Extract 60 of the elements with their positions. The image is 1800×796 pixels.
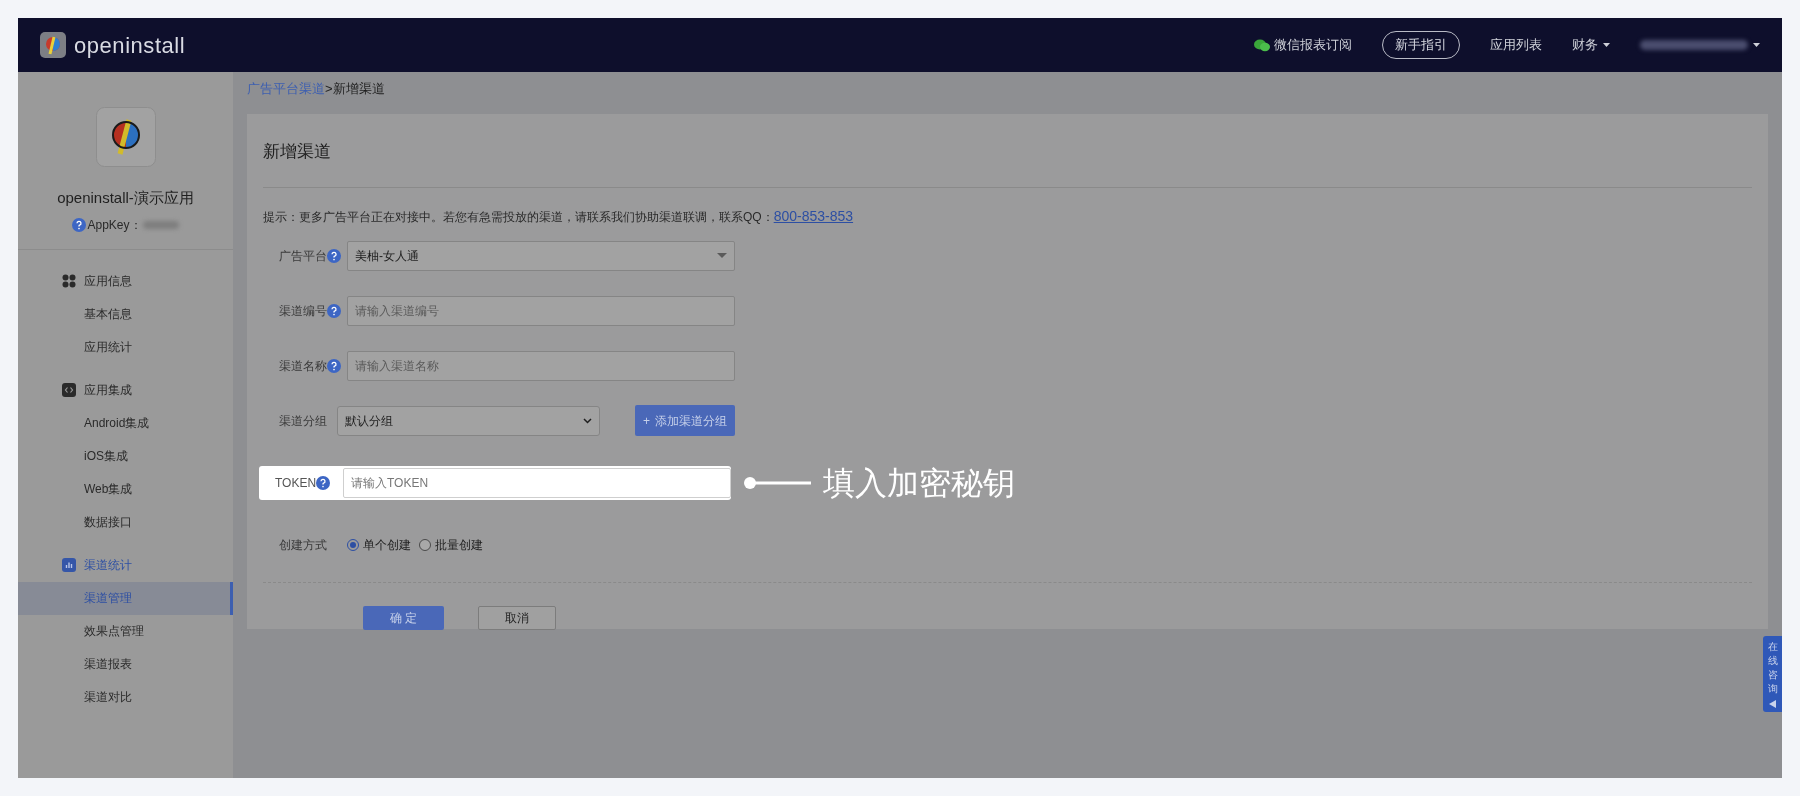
breadcrumb-current: 新增渠道 (332, 80, 385, 99)
app-list-link[interactable]: 应用列表 (1490, 35, 1542, 55)
breadcrumb-separator: > (325, 80, 333, 99)
hint-text: 提示：更多广告平台正在对接中。若您有急需投放的渠道，请联系我们协助渠道联调，联系QQ：800-853-853 (263, 206, 855, 226)
menu-item[interactable]: 渠道报表 (18, 647, 233, 681)
help-icon[interactable] (72, 217, 87, 232)
caret-icon (1603, 43, 1610, 47)
menu-item[interactable]: iOS集成 (18, 439, 233, 473)
help-icon[interactable] (327, 358, 341, 373)
bar-chart-icon (62, 557, 76, 572)
menu-item[interactable]: Android集成 (18, 406, 233, 440)
add-group-button[interactable]: + 添加渠道分组 (635, 405, 735, 436)
pointer-line (743, 475, 811, 490)
menu-group-label[interactable]: 应用集成 (84, 380, 132, 399)
app-name: openinstall-演示应用 (57, 188, 194, 208)
field-label: 广告平台 (279, 247, 327, 265)
confirm-button[interactable]: 确 定 (363, 605, 444, 630)
logo-icon (40, 32, 66, 58)
code-icon (62, 382, 76, 397)
field-label: 渠道分组 (279, 412, 327, 430)
logo-text: openinstall (74, 31, 186, 60)
help-icon[interactable] (327, 303, 341, 318)
annotation-text: 填入加密秘钥 (823, 463, 1015, 503)
blurred-appkey (142, 220, 179, 229)
menu-item[interactable]: Web集成 (18, 472, 233, 506)
radio-option[interactable]: 批量创建 (419, 535, 483, 554)
field-label: 渠道名称 (279, 357, 327, 375)
field-label: 创建方式 (279, 536, 327, 554)
triangle-icon (1769, 700, 1776, 708)
form-title: 新增渠道 (263, 141, 332, 163)
menu-item[interactable]: 效果点管理 (18, 614, 233, 648)
menu-group-label[interactable]: 应用信息 (84, 271, 132, 290)
app-logo-icon (95, 107, 156, 167)
radio-option[interactable]: 单个创建 (347, 535, 411, 554)
finance-menu[interactable]: 财务 (1572, 35, 1610, 55)
caret-icon (717, 253, 727, 258)
group-select[interactable]: 默认分组 (337, 405, 600, 436)
menu-item[interactable]: 渠道对比 (18, 680, 233, 714)
menu-group-label[interactable]: 渠道统计 (84, 555, 132, 574)
menu-item[interactable]: 数据接口 (18, 505, 233, 539)
grid-icon (62, 273, 76, 288)
cancel-button[interactable]: 取消 (478, 605, 556, 630)
text-field[interactable]: 请输入TOKEN (343, 467, 731, 498)
wechat-subscribe-link[interactable]: 微信报表订阅 (1254, 35, 1352, 55)
menu-item[interactable]: 应用统计 (18, 330, 233, 364)
help-icon[interactable] (327, 248, 341, 263)
text-field[interactable]: 请输入渠道编号 (347, 295, 735, 326)
text-field[interactable]: 请输入渠道名称 (347, 350, 735, 381)
field-label: 渠道编号 (279, 302, 327, 320)
radio-button[interactable] (419, 538, 431, 551)
platform-select[interactable]: 美柚-女人通 (347, 240, 735, 271)
appkey-label: AppKey： (87, 216, 142, 234)
help-icon[interactable] (316, 475, 331, 490)
online-consult-tab[interactable]: 在线咨询 (1763, 636, 1782, 712)
caret-icon (1753, 43, 1760, 47)
chevron-icon (583, 417, 592, 424)
field-label: TOKEN (275, 474, 317, 492)
qq-link[interactable]: 800-853-853 (773, 207, 854, 224)
menu-item[interactable]: 基本信息 (18, 297, 233, 331)
wechat-icon (1254, 38, 1270, 52)
